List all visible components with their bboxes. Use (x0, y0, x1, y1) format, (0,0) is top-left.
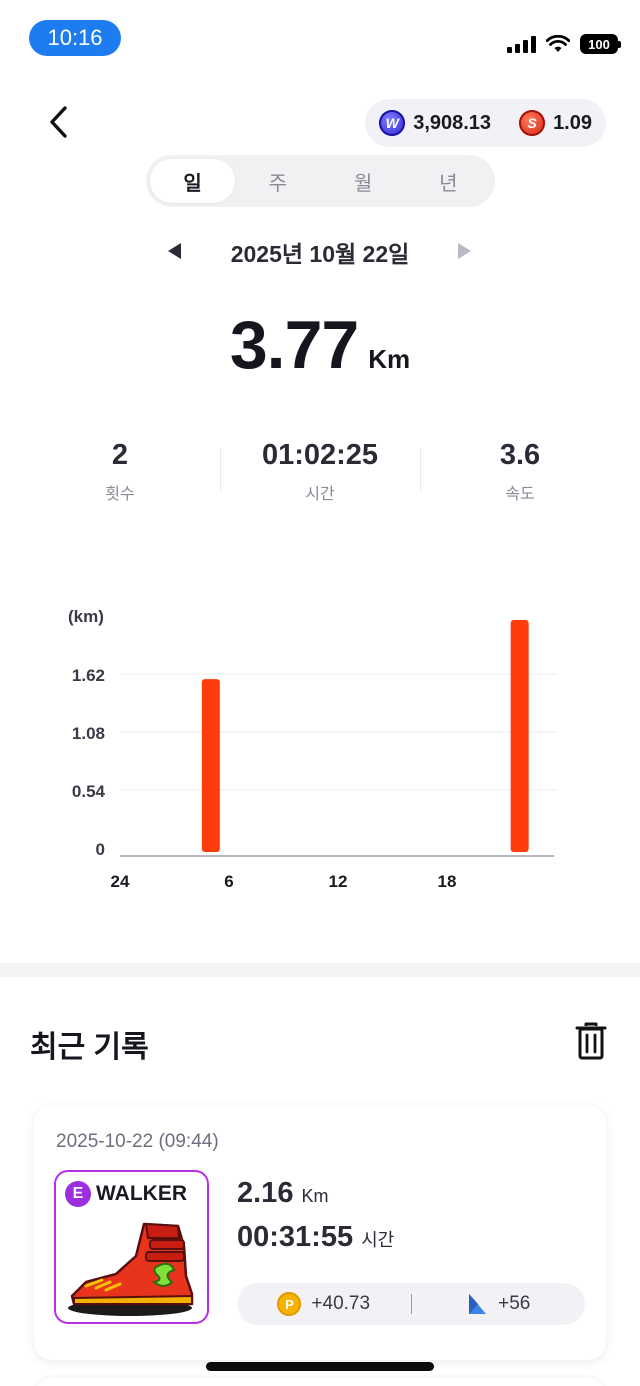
stat-time-value: 01:02:25 (261, 439, 379, 471)
tab-month[interactable]: 월 (321, 159, 406, 203)
chart-bar (201, 679, 220, 852)
wifi-icon (546, 35, 570, 52)
sneaker-icon (68, 1222, 194, 1316)
tab-year[interactable]: 년 (406, 159, 491, 203)
reward-pill: P +40.73 +56 (237, 1283, 585, 1325)
point-coin-icon: P (277, 1292, 302, 1316)
reward-points: P +40.73 (237, 1292, 411, 1316)
period-tabs: 일 주 월 년 (146, 155, 495, 207)
stat-speed-value: 3.6 (499, 439, 541, 471)
chart-x-tick-label: 24 (111, 872, 130, 891)
chart-x-tick-label: 18 (438, 872, 457, 891)
home-indicator (206, 1362, 434, 1371)
chart-bar (510, 620, 529, 852)
total-distance-unit: Km (368, 344, 411, 374)
balance-w-value: 3,908.13 (413, 111, 492, 134)
selected-date: 2025년 10월 22일 (230, 241, 410, 267)
trash-icon (575, 1022, 607, 1060)
stat-time-label: 시간 (305, 486, 335, 503)
reward-gems-value: +56 (498, 1293, 531, 1314)
record-duration: 00:31:55 시간 (237, 1221, 394, 1254)
chart-y-tick-label: 1.08 (72, 724, 105, 743)
tab-week[interactable]: 주 (235, 159, 320, 203)
stat-count-label: 횟수 (105, 486, 135, 503)
balance-pill[interactable]: W 3,908.13 S 1.09 (365, 99, 606, 147)
chart-y-tick-label: 0.54 (72, 782, 106, 801)
record-distance-unit: Km (301, 1186, 329, 1206)
stat-count: 2 횟수 (20, 436, 220, 506)
status-icons: 100 (507, 34, 621, 54)
w-coin-icon: W (379, 110, 406, 136)
cellular-signal-icon (507, 35, 536, 53)
gem-icon (469, 1294, 487, 1314)
shoe-grade-badge: E (65, 1181, 91, 1207)
chart-x-tick-label: 6 (224, 872, 233, 891)
s-coin-icon: S (519, 110, 546, 136)
date-row: 2025년 10월 22일 (0, 232, 640, 272)
chart-y-unit-label: (km) (68, 607, 104, 626)
delete-button[interactable] (572, 1020, 610, 1062)
chart-x-tick-label: 12 (329, 872, 348, 891)
section-divider (0, 963, 640, 977)
chart-y-tick-label: 0 (96, 840, 105, 859)
stat-count-value: 2 (111, 439, 129, 471)
reward-points-value: +40.73 (311, 1293, 371, 1314)
total-distance: 3.77 Km (0, 306, 640, 384)
balance-s-value: 1.09 (553, 111, 592, 134)
record-distance: 2.16 Km (237, 1177, 328, 1210)
back-button[interactable] (38, 100, 78, 144)
stat-speed-label: 속도 (505, 486, 535, 503)
status-time: 10:16 (29, 20, 121, 56)
record-date: 2025-10-22 (09:44) (56, 1131, 219, 1152)
record-duration-unit: 시간 (361, 1230, 395, 1250)
shoe-type-label: WALKER (96, 1182, 187, 1205)
next-date-button[interactable] (458, 243, 471, 259)
chart-y-tick-label: 1.62 (72, 666, 105, 685)
tab-day[interactable]: 일 (150, 159, 236, 203)
stat-time: 01:02:25 시간 (220, 436, 420, 506)
total-distance-value: 3.77 (229, 307, 359, 383)
stats-row: 2 횟수 01:02:25 시간 3.6 속도 (20, 436, 620, 506)
record-distance-value: 2.16 (237, 1177, 294, 1209)
next-record-card[interactable] (34, 1378, 606, 1386)
record-card[interactable]: 2025-10-22 (09:44) E WALKER 2.16 Km 00:3… (34, 1105, 606, 1360)
stat-speed: 3.6 속도 (420, 436, 620, 506)
chevron-left-icon (50, 106, 67, 138)
battery-indicator: 100 (580, 34, 621, 54)
shoe-thumbnail: E WALKER (54, 1170, 209, 1324)
reward-gems: +56 (412, 1292, 586, 1316)
distance-chart: (km) 0 0.54 1.08 1.62 24 6 12 18 (68, 607, 556, 891)
recent-records-title: 최근 기록 (30, 1031, 149, 1064)
record-duration-value: 00:31:55 (237, 1221, 354, 1253)
